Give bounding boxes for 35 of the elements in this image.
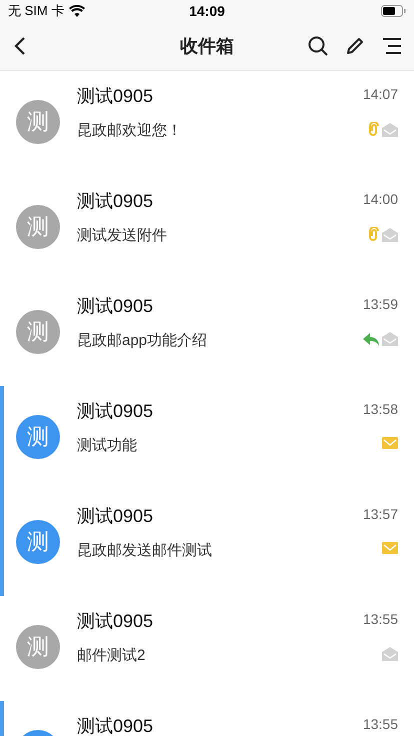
message-time: 13:55 (362, 611, 398, 627)
clock-time: 14:09 (189, 3, 225, 19)
search-icon[interactable] (308, 36, 328, 56)
avatar: 测 (16, 310, 60, 354)
sender-name: 测试0905 (77, 505, 154, 528)
message-subject: 测试发送附件 (77, 226, 167, 245)
sender-name: 测试0905 (77, 610, 154, 633)
message-time: 13:57 (362, 506, 398, 522)
avatar: 测 (16, 415, 60, 459)
back-icon[interactable] (14, 36, 26, 56)
message-subject: 测试功能 (77, 436, 137, 455)
avatar: 测 (16, 205, 60, 249)
pencil-icon[interactable] (346, 37, 364, 55)
sender-name: 测试0905 (77, 190, 154, 213)
menu-icon[interactable] (382, 37, 402, 55)
carrier-label: 无 SIM 卡 (8, 2, 64, 20)
message-subject: 昆政邮app功能介绍 (77, 331, 208, 350)
page-title: 收件箱 (180, 35, 234, 58)
wifi-icon (69, 5, 86, 17)
avatar: 测 (16, 625, 60, 669)
message-subject: 昆政邮发送邮件测试 (77, 541, 212, 560)
message-subject: 邮件测试2 (77, 646, 146, 665)
battery-icon (381, 5, 406, 17)
message-time: 14:07 (362, 86, 398, 102)
sender-name: 测试0905 (77, 715, 154, 736)
sender-name: 测试0905 (77, 85, 154, 108)
sender-name: 测试0905 (77, 295, 154, 318)
message-subject: 昆政邮欢迎您！ (77, 121, 182, 140)
avatar: 测 (16, 100, 60, 144)
sender-name: 测试0905 (77, 400, 154, 423)
avatar: 测 (16, 520, 60, 564)
message-time: 13:59 (362, 296, 398, 312)
message-time: 14:00 (362, 191, 398, 207)
message-time: 13:55 (362, 716, 398, 732)
message-time: 13:58 (362, 401, 398, 417)
